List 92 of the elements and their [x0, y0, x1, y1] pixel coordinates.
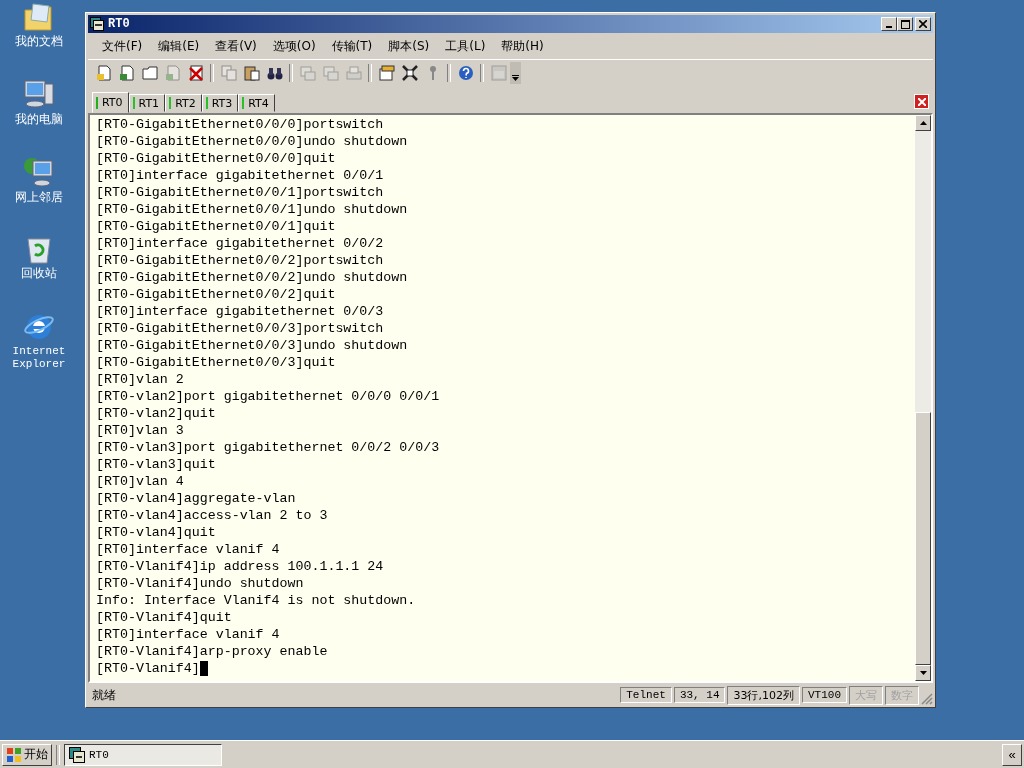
caret-icon [512, 75, 519, 81]
terminal-line: [RT0-Vlanif4]arp-proxy enable [96, 643, 328, 660]
terminal-line: [RT0-vlan4]access-vlan 2 to 3 [96, 507, 328, 524]
maximize-button[interactable] [897, 17, 913, 31]
scroll-down-icon [919, 671, 927, 675]
window-title: RT0 [108, 17, 130, 31]
network-computer-icon[interactable] [23, 156, 55, 188]
menu-item[interactable]: 脚本(S) [380, 37, 438, 55]
scrollbar[interactable] [915, 115, 931, 681]
desktop-icon-label[interactable]: 我的文档 [4, 35, 74, 48]
window-icon [490, 65, 507, 81]
session-tab[interactable]: RT2 [165, 94, 202, 112]
terminal-line: [RT0]interface gigabitethernet 0/0/2 [96, 235, 384, 252]
terminal-line: [RT0]vlan 3 [96, 422, 184, 439]
computer-icon[interactable] [23, 78, 55, 110]
menu-item[interactable]: 选项(O) [264, 37, 324, 55]
desktop-icon-label[interactable]: Internet Explorer [4, 345, 74, 371]
terminal-line: [RT0-GigabitEthernet0/0/0]quit [96, 150, 336, 167]
session-tab[interactable]: RT3 [201, 94, 239, 112]
menu-item[interactable]: 编辑(E) [150, 37, 208, 55]
terminal-line: [RT0]interface gigabitethernet 0/0/3 [96, 303, 384, 320]
terminal-line: [RT0-GigabitEthernet0/0/1]undo shutdown [96, 201, 408, 218]
terminal-line: [RT0-GigabitEthernet0/0/2]quit [96, 286, 336, 303]
terminal-line: [RT0-vlan2]quit [96, 405, 216, 422]
terminal-line: [RT0]interface vlanif 4 [96, 626, 280, 643]
terminal-line: [RT0-vlan3]port gigabitethernet 0/0/2 0/0/3 [96, 439, 440, 456]
menu-item[interactable]: 查看(V) [207, 37, 265, 55]
status-size: 33行,102列 [727, 685, 800, 705]
scrollbar-thumb[interactable] [915, 412, 931, 665]
status-protocol: Telnet [620, 687, 672, 703]
terminal-line: [RT0-vlan2]port gigabitethernet 0/0/0 0/0/1 [96, 388, 440, 405]
terminal-line: [RT0-vlan4]aggregate-vlan [96, 490, 296, 507]
terminal-line: [RT0-GigabitEthernet0/0/3]portswitch [96, 320, 384, 337]
document-icon [118, 65, 135, 81]
terminal-line: [RT0]interface vlanif 4 [96, 541, 280, 558]
resize-grip-icon[interactable] [921, 693, 933, 705]
desktop-icon-label[interactable]: 网上邻居 [4, 191, 74, 204]
terminal-line: [RT0-Vlanif4]ip address 100.1.1.1 24 [96, 558, 384, 575]
session-tab[interactable]: RT1 [128, 94, 166, 112]
close-icon [919, 20, 927, 28]
terminal-line: [RT0-Vlanif4]undo shutdown [96, 575, 304, 592]
close-tab-button[interactable] [914, 94, 929, 109]
windows-logo-icon [6, 746, 22, 763]
terminal-line: [RT0-vlan3]quit [96, 456, 216, 473]
menu-item[interactable]: 工具(L) [437, 37, 494, 55]
binoculars-icon [266, 65, 283, 81]
status-cursor-position: 33, 14 [673, 687, 726, 703]
toolbar-overflow-button[interactable] [510, 62, 521, 84]
terminal-line: [RT0-Vlanif4] [96, 660, 200, 677]
terminal-line: [RT0-GigabitEthernet0/0/1]quit [96, 218, 336, 235]
help-icon [457, 65, 474, 81]
document-icon [95, 65, 112, 81]
scroll-up-icon [919, 121, 927, 125]
printer-icon [345, 65, 362, 81]
disconnect-icon [187, 65, 204, 81]
app-icon [90, 17, 104, 31]
app-icon [69, 746, 85, 763]
taskbar-button[interactable]: RT0 [64, 743, 222, 766]
start-button[interactable]: 开始 [2, 743, 52, 766]
terminal-line: [RT0-GigabitEthernet0/0/1]portswitch [96, 184, 384, 201]
menu-item[interactable]: 帮助(H) [493, 37, 552, 55]
terminal-line: [RT0-GigabitEthernet0/0/3]quit [96, 354, 336, 371]
minimize-button[interactable] [881, 17, 897, 31]
session-tab[interactable]: RT4 [238, 94, 275, 112]
menu-item[interactable]: 传输(T) [323, 37, 381, 55]
terminal-line: Info: Interface Vlanif4 is not shutdown. [96, 592, 416, 609]
terminal-line: [RT0-Vlanif4]quit [96, 609, 232, 626]
text-cursor [199, 661, 208, 676]
terminal-line: [RT0-GigabitEthernet0/0/3]undo shutdown [96, 337, 408, 354]
copy-icon [220, 65, 237, 81]
folder-icon [141, 65, 158, 81]
terminal-line: [RT0]vlan 4 [96, 473, 184, 490]
status-message: 就绪 [91, 686, 117, 704]
document-icon [164, 65, 181, 81]
maximize-icon [900, 19, 910, 29]
clipboard-icon [243, 65, 260, 81]
menu-item[interactable]: 文件(F) [94, 37, 151, 55]
folder-icon[interactable] [23, 2, 55, 32]
terminal-line: [RT0]interface gigabitethernet 0/0/1 [96, 167, 384, 184]
session-tab[interactable]: RT0 [92, 92, 129, 113]
terminal-line: [RT0-GigabitEthernet0/0/2]undo shutdown [96, 269, 408, 286]
desktop-icon-label[interactable]: 回收站 [4, 267, 74, 280]
close-button[interactable] [915, 17, 931, 31]
status-emulation: VT100 [802, 687, 847, 703]
terminal-line: [RT0]vlan 2 [96, 371, 184, 388]
terminal-line: [RT0-GigabitEthernet0/0/2]portswitch [96, 252, 384, 269]
terminal-line: [RT0-vlan4]quit [96, 524, 216, 541]
terminal-line: [RT0-GigabitEthernet0/0/0]undo shutdown [96, 133, 408, 150]
terminal-line: [RT0-GigabitEthernet0/0/0]portswitch [96, 116, 384, 133]
desktop-icon-label[interactable]: 我的电脑 [4, 113, 74, 126]
close-icon [917, 97, 926, 106]
show-tray-button[interactable]: « [1002, 743, 1022, 766]
